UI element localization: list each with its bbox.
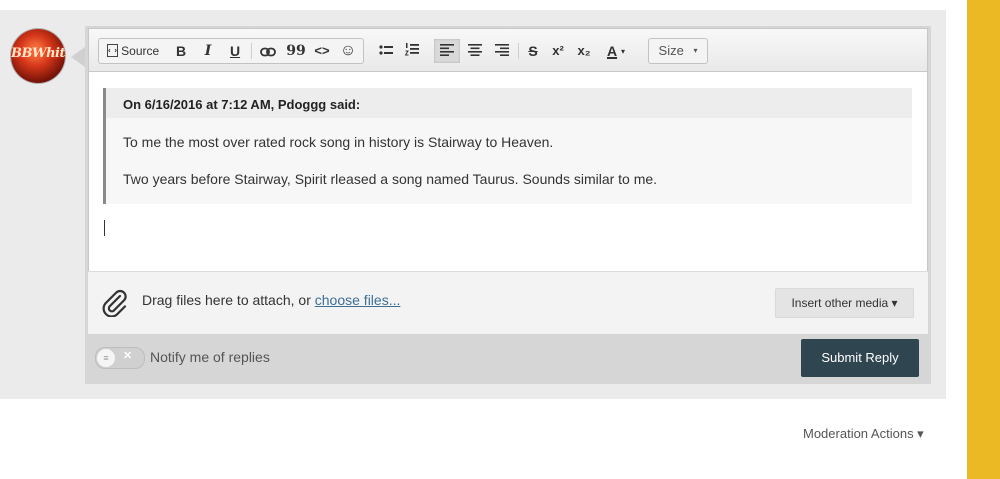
editor-toolbar: Source B I U 99 <> ☺ S x² x₂ A ▾ Size ▾ [89, 29, 927, 72]
align-right-icon [495, 44, 509, 56]
editor-content[interactable]: On 6/16/2016 at 7:12 AM, Pdoggg said: To… [89, 72, 927, 272]
attachment-dropzone[interactable]: Drag files here to attach, or choose fil… [88, 271, 928, 334]
subscript-button[interactable]: x₂ [572, 39, 596, 63]
align-left-button[interactable] [434, 39, 460, 63]
align-center-icon [468, 44, 482, 56]
link-icon [260, 47, 276, 57]
strikethrough-button[interactable]: S [522, 39, 544, 63]
size-label: Size [658, 43, 684, 58]
toolbar-group-color: A ▾ [597, 38, 635, 64]
code-button[interactable]: <> [311, 39, 333, 63]
quoted-post: On 6/16/2016 at 7:12 AM, Pdoggg said: To… [103, 88, 912, 204]
chevron-down-icon: ▾ [693, 46, 698, 55]
source-button[interactable]: Source [102, 39, 164, 63]
bulleted-list-button[interactable] [374, 39, 398, 63]
align-right-button[interactable] [489, 39, 515, 63]
quote-button[interactable]: 99 [285, 39, 307, 63]
quote-paragraph: Two years before Stairway, Spirit rlease… [123, 171, 658, 187]
paperclip-icon [102, 289, 127, 317]
rich-text-editor[interactable]: Source B I U 99 <> ☺ S x² x₂ A ▾ Size ▾ … [88, 28, 928, 273]
insert-other-media-button[interactable]: Insert other media ▾ [775, 288, 914, 318]
text-cursor [104, 220, 105, 236]
accent-stripe [967, 0, 1000, 479]
italic-button[interactable]: I [198, 39, 218, 63]
toolbar-separator [251, 43, 252, 59]
quote-paragraph: To me the most over rated rock song in h… [123, 134, 554, 150]
toggle-knob: ≡ [97, 349, 115, 367]
drag-files-text: Drag files here to attach, or choose fil… [142, 292, 400, 308]
numbered-list-button[interactable] [400, 39, 424, 63]
numbered-list-icon [404, 43, 419, 56]
toolbar-group-size: Size ▾ [648, 38, 708, 64]
toolbar-group-layout: S x² x₂ [367, 38, 591, 64]
superscript-button[interactable]: x² [546, 39, 570, 63]
notify-label: Notify me of replies [150, 349, 270, 365]
source-icon [106, 44, 118, 57]
align-left-icon [440, 44, 454, 56]
align-center-button[interactable] [462, 39, 488, 63]
choose-files-link[interactable]: choose files... [315, 292, 401, 308]
source-label: Source [121, 44, 160, 58]
toolbar-separator [518, 43, 519, 59]
font-color-button[interactable]: A ▾ [600, 39, 632, 63]
avatar[interactable]: BBWhite [11, 29, 65, 83]
bold-button[interactable]: B [171, 39, 191, 63]
toolbar-group-main: Source B I U 99 <> ☺ [98, 38, 364, 64]
chevron-down-icon: ▾ [621, 47, 626, 56]
avatar-logo-text: BBWhite [11, 46, 65, 61]
link-button[interactable] [256, 39, 280, 63]
avatar-pointer [71, 47, 85, 67]
font-color-label: A [606, 43, 618, 59]
submit-reply-button[interactable]: Submit Reply [801, 339, 919, 377]
quote-citation: On 6/16/2016 at 7:12 AM, Pdoggg said: [123, 97, 361, 112]
emoji-button[interactable]: ☺ [337, 39, 359, 63]
quote-header: On 6/16/2016 at 7:12 AM, Pdoggg said: [106, 88, 912, 118]
notify-toggle[interactable]: ≡ ✕ [95, 347, 145, 369]
underline-button[interactable]: U [225, 39, 245, 63]
drag-files-label: Drag files here to attach, or [142, 292, 315, 308]
bulleted-list-icon [379, 45, 393, 55]
moderation-actions-menu[interactable]: Moderation Actions ▾ [803, 426, 924, 442]
size-dropdown[interactable]: Size ▾ [649, 39, 707, 63]
close-icon: ✕ [123, 350, 133, 362]
